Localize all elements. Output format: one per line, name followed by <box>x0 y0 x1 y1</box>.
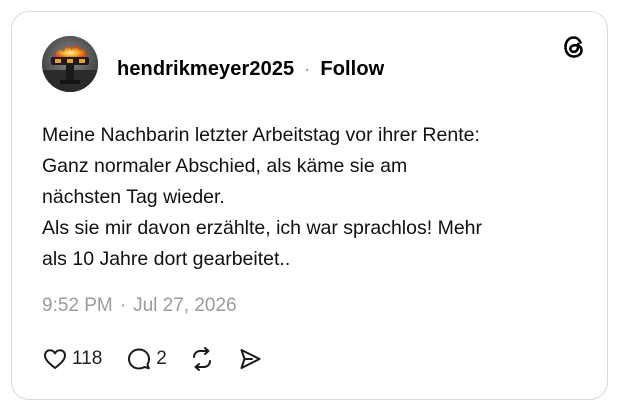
avatar[interactable] <box>42 36 98 92</box>
header-separator: · <box>304 58 311 79</box>
send-icon <box>237 346 263 372</box>
post-timestamp: 9:52 PM · Jul 27, 2026 <box>42 295 237 317</box>
post-body: Meine Nachbarin letzter Arbeitstag vor i… <box>42 120 582 275</box>
avatar-fire-pit-image <box>42 36 98 92</box>
threads-logo-icon[interactable] <box>560 33 588 61</box>
post-time: 9:52 PM <box>42 295 113 316</box>
username[interactable]: hendrikmeyer2025 <box>117 58 294 81</box>
timestamp-separator: · <box>119 295 127 316</box>
post-text-line: Ganz normaler Abschied, als käme sie am <box>42 155 408 177</box>
like-button[interactable]: 118 <box>42 346 102 372</box>
heart-icon <box>42 346 68 372</box>
repost-button[interactable] <box>189 346 215 372</box>
post-text-line: nächsten Tag wieder. <box>42 186 225 208</box>
post-text-line: als 10 Jahre dort gearbeitet.. <box>42 248 291 270</box>
like-count: 118 <box>72 348 103 369</box>
post-date: Jul 27, 2026 <box>133 295 237 316</box>
post-text-line: Meine Nachbarin letzter Arbeitstag vor i… <box>42 124 480 146</box>
post-text-line: Als sie mir davon erzählte, ich war spra… <box>42 217 482 239</box>
follow-button[interactable]: Follow <box>320 58 384 81</box>
action-bar: 118 2 <box>42 344 263 374</box>
speech-bubble-icon <box>126 346 152 372</box>
reply-button[interactable]: 2 <box>126 346 167 372</box>
post-card: hendrikmeyer2025 · Follow Meine Nachbari… <box>11 11 608 400</box>
post-header: hendrikmeyer2025 · Follow <box>117 56 384 82</box>
share-button[interactable] <box>237 346 263 372</box>
reply-count: 2 <box>156 348 167 369</box>
repost-icon <box>189 346 215 372</box>
